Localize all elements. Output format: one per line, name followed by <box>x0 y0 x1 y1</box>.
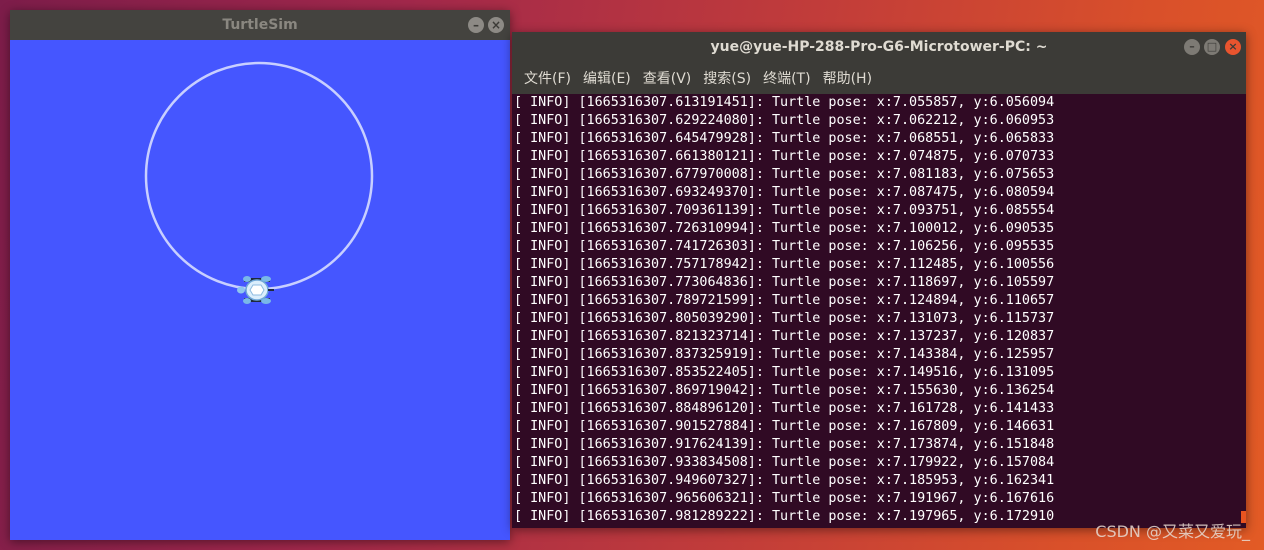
log-line: [ INFO] [1665316307.741726303]: Turtle p… <box>514 239 1055 254</box>
terminal-maximize-button[interactable]: □ <box>1204 39 1220 55</box>
menu-file[interactable]: 文件(F) <box>518 68 577 88</box>
log-line: [ INFO] [1665316307.726310994]: Turtle p… <box>514 221 1055 236</box>
log-line: [ INFO] [1665316307.933834508]: Turtle p… <box>514 455 1055 470</box>
log-line: [ INFO] [1665316307.821323714]: Turtle p… <box>514 329 1055 344</box>
log-line: [ INFO] [1665316307.805039290]: Turtle p… <box>514 311 1055 326</box>
log-line: [ INFO] [1665316307.693249370]: Turtle p… <box>514 185 1055 200</box>
log-line: [ INFO] [1665316307.661380121]: Turtle p… <box>514 149 1055 164</box>
csdn-watermark: CSDN @又菜又爱玩_ <box>1095 522 1250 541</box>
terminal-output[interactable]: [ INFO] [1665316307.613191451]: Turtle p… <box>512 94 1246 528</box>
log-line: [ INFO] [1665316307.869719042]: Turtle p… <box>514 383 1055 398</box>
terminal-close-button[interactable]: × <box>1225 39 1241 55</box>
log-line: [ INFO] [1665316307.757178942]: Turtle p… <box>514 257 1055 272</box>
turtlesim-canvas <box>10 40 510 540</box>
menu-edit[interactable]: 编辑(E) <box>577 68 637 88</box>
turtle-icon <box>237 276 274 304</box>
terminal-menubar: 文件(F) 编辑(E) 查看(V) 搜索(S) 终端(T) 帮助(H) <box>512 62 1246 94</box>
log-line: [ INFO] [1665316307.773064836]: Turtle p… <box>514 275 1055 290</box>
menu-terminal[interactable]: 终端(T) <box>757 68 816 88</box>
log-line: [ INFO] [1665316307.949607327]: Turtle p… <box>514 473 1055 488</box>
terminal-title: yue@yue-HP-288-Pro-G6-Microtower-PC: ~ <box>710 39 1048 55</box>
log-line: [ INFO] [1665316307.789721599]: Turtle p… <box>514 293 1055 308</box>
menu-help[interactable]: 帮助(H) <box>817 68 878 88</box>
menu-search[interactable]: 搜索(S) <box>697 68 757 88</box>
turtlesim-window: TurtleSim – × <box>10 10 510 540</box>
terminal-window: yue@yue-HP-288-Pro-G6-Microtower-PC: ~ –… <box>512 32 1246 528</box>
log-line: [ INFO] [1665316307.901527884]: Turtle p… <box>514 419 1055 434</box>
log-line: [ INFO] [1665316307.613191451]: Turtle p… <box>514 95 1055 110</box>
turtlesim-titlebar[interactable]: TurtleSim – × <box>10 10 510 40</box>
log-line: [ INFO] [1665316307.917624139]: Turtle p… <box>514 437 1055 452</box>
turtlesim-close-button[interactable]: × <box>488 17 504 33</box>
turtlesim-drawing <box>144 61 374 304</box>
log-line: [ INFO] [1665316307.629224080]: Turtle p… <box>514 113 1055 128</box>
turtlesim-title: TurtleSim <box>222 17 298 33</box>
turtle-trail <box>144 61 374 291</box>
log-line: [ INFO] [1665316307.853522405]: Turtle p… <box>514 365 1055 380</box>
menu-view[interactable]: 查看(V) <box>637 68 698 88</box>
log-line: [ INFO] [1665316307.645479928]: Turtle p… <box>514 131 1055 146</box>
log-line: [ INFO] [1665316307.709361139]: Turtle p… <box>514 203 1055 218</box>
log-line: [ INFO] [1665316307.837325919]: Turtle p… <box>514 347 1055 362</box>
terminal-minimize-button[interactable]: – <box>1184 39 1200 55</box>
log-line: [ INFO] [1665316307.677970008]: Turtle p… <box>514 167 1055 182</box>
turtlesim-minimize-button[interactable]: – <box>468 17 484 33</box>
log-line: [ INFO] [1665316307.884896120]: Turtle p… <box>514 401 1055 416</box>
terminal-titlebar[interactable]: yue@yue-HP-288-Pro-G6-Microtower-PC: ~ –… <box>512 32 1246 62</box>
log-line: [ INFO] [1665316307.965606321]: Turtle p… <box>514 491 1055 506</box>
